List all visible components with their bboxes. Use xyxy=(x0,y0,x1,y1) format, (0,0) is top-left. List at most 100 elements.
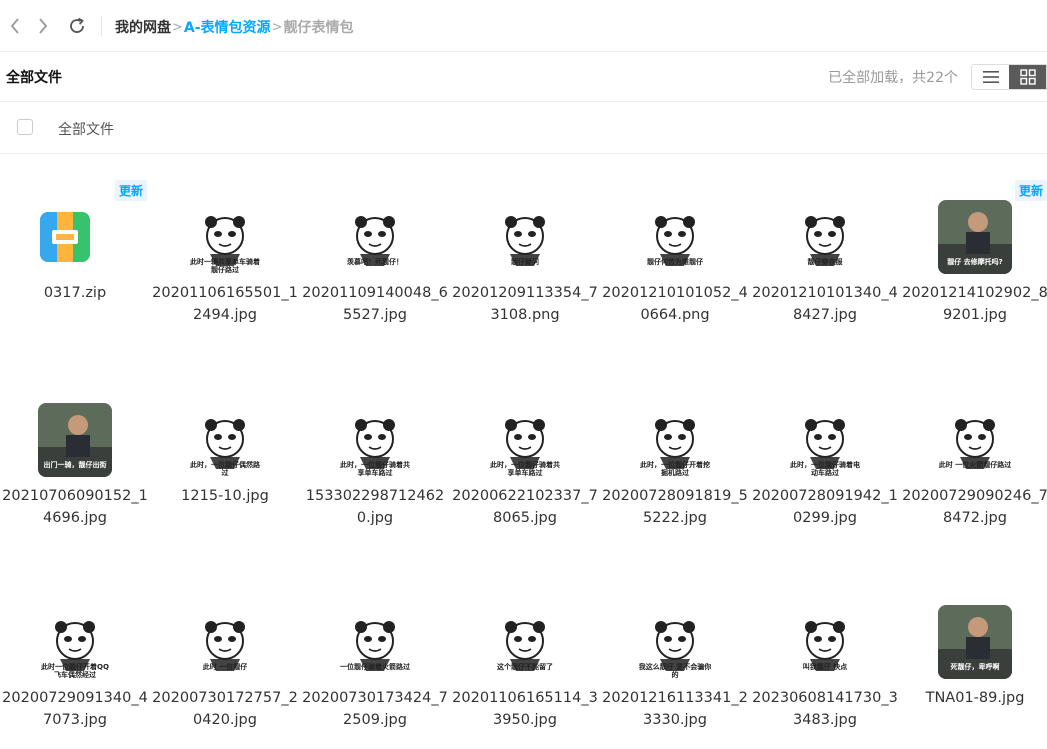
file-name: 20200730172757_20420.jpg xyxy=(152,690,298,728)
file-name: 20201210101340_48427.jpg xyxy=(752,285,898,323)
thumbnail-caption: 羡慕吧！死靓仔！ xyxy=(347,258,403,266)
refresh-icon[interactable] xyxy=(66,14,88,38)
list-view-button[interactable] xyxy=(972,65,1009,89)
view-switch xyxy=(971,64,1047,90)
file-name: 20200729090246_78472.jpg xyxy=(902,488,1047,526)
chevron-right-icon[interactable] xyxy=(32,14,54,38)
file-item[interactable]: 此时，一位靓仔骑着电动车路过 20200728091942_10299.jpg xyxy=(750,357,900,547)
image-thumbnail: 此时，一位靓仔开着挖掘机路过 xyxy=(638,403,712,477)
file-name: 1215-10.jpg xyxy=(181,488,269,504)
image-thumbnail: 出门一骑，靓仔出街 xyxy=(38,403,112,477)
file-name: 20201216113341_23330.jpg xyxy=(602,690,748,728)
file-item[interactable]: 此时，一位靓仔偶然路过 1215-10.jpg xyxy=(150,357,300,547)
thumbnail-caption: 此时，一位靓仔骑着共享单车路过 xyxy=(340,461,410,477)
thumbnail-caption: 死靓仔，卑呼啊 xyxy=(950,663,1000,671)
image-thumbnail: 此时 一位靓仔 xyxy=(188,605,262,679)
select-all-label: 全部文件 xyxy=(58,122,114,138)
file-item[interactable]: 更新靓仔 去修摩托吗? 20201214102902_89201.jpg xyxy=(900,154,1047,344)
file-item[interactable]: 羡慕吧！死靓仔！ 20201109140048_65527.jpg xyxy=(300,154,450,344)
update-badge: 更新 xyxy=(114,180,147,201)
image-thumbnail: 一位靓仔骑着火箭路过 xyxy=(338,605,412,679)
breadcrumb-separator: > xyxy=(172,19,183,35)
image-thumbnail: 靓仔穿衣服 xyxy=(788,200,862,274)
file-item[interactable]: 此时，一位靓仔骑着共享单车路过 20200622102337_78065.jpg xyxy=(450,357,600,547)
update-badge: 更新 xyxy=(1014,180,1047,201)
file-name: 20200728091819_55222.jpg xyxy=(602,488,748,526)
file-name: 20201210101052_40664.png xyxy=(602,285,748,323)
image-thumbnail: 死靓仔，卑呼啊 xyxy=(938,605,1012,679)
thumbnail-caption: 靓仔 去修摩托吗? xyxy=(947,258,1003,266)
file-item[interactable]: 此时 一位火箭靓仔路过 20200729090246_78472.jpg xyxy=(900,357,1047,547)
file-name: 20201214102902_89201.jpg xyxy=(902,285,1047,323)
breadcrumb-parent[interactable]: A-表情包资源 xyxy=(184,17,271,37)
divider xyxy=(101,16,102,36)
thumbnail-caption: 此时，一位靓仔偶然路过 xyxy=(190,461,260,477)
file-grid: 更新 0317.zip 此时一辆共享单车骑着靓仔路过 20201106165501_1… xyxy=(0,154,1047,749)
file-item[interactable]: 一位靓仔骑着火箭路过 20200730173424_72509.jpg xyxy=(300,559,450,749)
file-item[interactable]: 此时 一位靓仔 20200730172757_20420.jpg xyxy=(150,559,300,749)
file-name: 20201106165114_33950.jpg xyxy=(452,690,598,728)
thumbnail-caption: 此时 一位火箭靓仔路过 xyxy=(938,461,1012,469)
image-thumbnail: 此时，一位靓仔骑着电动车路过 xyxy=(788,403,862,477)
image-thumbnail: 靓仔 去修摩托吗? xyxy=(938,200,1012,274)
image-thumbnail: 靓仔何苦为难靓仔 xyxy=(638,200,712,274)
top-navigation-bar: 我的网盘 > A-表情包资源 > 靓仔表情包 xyxy=(0,0,1047,52)
thumbnail-caption: 此时一辆共享单车骑着靓仔路过 xyxy=(190,258,260,274)
thumbnail-caption: 出门一骑，靓仔出街 xyxy=(43,461,107,469)
image-thumbnail: 靓仔疑问 xyxy=(488,200,562,274)
file-item[interactable]: 这个靓仔不能留了 20201106165114_33950.jpg xyxy=(450,559,600,749)
chevron-left-icon[interactable] xyxy=(4,14,26,38)
file-name: 20200728091942_10299.jpg xyxy=(752,488,898,526)
image-thumbnail: 此时，一位靓仔骑着共享单车路过 xyxy=(488,403,562,477)
image-thumbnail: 叫我靓仔 快点 xyxy=(788,605,862,679)
file-item[interactable]: 靓仔穿衣服 20201210101340_48427.jpg xyxy=(750,154,900,344)
file-name: 20201209113354_73108.png xyxy=(452,285,598,323)
file-name: 0317.zip xyxy=(43,285,107,301)
select-all-row: 全部文件 xyxy=(0,102,1047,154)
file-item[interactable]: 叫我靓仔 快点 20230608141730_33483.jpg xyxy=(750,559,900,749)
file-name: 20200730173424_72509.jpg xyxy=(302,690,448,728)
select-all-checkbox[interactable] xyxy=(17,119,33,135)
image-thumbnail: 此时，一位靓仔偶然路过 xyxy=(188,403,262,477)
thumbnail-caption: 此时一位靓仔开着QQ飞车偶然经过 xyxy=(41,663,109,679)
image-thumbnail: 此时 一位火箭靓仔路过 xyxy=(938,403,1012,477)
load-status: 已全部加载，共22个 xyxy=(828,70,958,86)
image-thumbnail: 这个靓仔不能留了 xyxy=(488,605,562,679)
file-item[interactable]: 更新 0317.zip xyxy=(0,154,150,344)
file-item[interactable]: 死靓仔，卑呼啊 TNA01-89.jpg xyxy=(900,559,1047,749)
thumbnail-caption: 这个靓仔不能留了 xyxy=(497,663,553,671)
thumbnail-caption: 靓仔疑问 xyxy=(511,258,539,266)
file-name: 20201106165501_12494.jpg xyxy=(152,285,298,323)
file-item[interactable]: 出门一骑，靓仔出街 20210706090152_14696.jpg xyxy=(0,357,150,547)
file-item[interactable]: 我这么靓仔 是不会骗你的 20201216113341_23330.jpg xyxy=(600,559,750,749)
image-thumbnail: 我这么靓仔 是不会骗你的 xyxy=(638,605,712,679)
file-item[interactable]: 此时，一位靓仔骑着共享单车路过 1533022987124620.jpg xyxy=(300,357,450,547)
breadcrumb-current: 靓仔表情包 xyxy=(283,20,354,36)
breadcrumb-root[interactable]: 我的网盘 xyxy=(115,17,171,37)
file-name: 20200622102337_78065.jpg xyxy=(452,488,598,526)
thumbnail-caption: 靓仔何苦为难靓仔 xyxy=(647,258,703,266)
file-toolbar: 全部文件 已全部加载，共22个 xyxy=(0,52,1047,102)
file-name: 20230608141730_33483.jpg xyxy=(752,690,898,728)
file-item[interactable]: 此时，一位靓仔开着挖掘机路过 20200728091819_55222.jpg xyxy=(600,357,750,547)
grid-view-button[interactable] xyxy=(1009,65,1046,89)
breadcrumb: 我的网盘 > A-表情包资源 > 靓仔表情包 xyxy=(115,17,353,37)
file-item[interactable]: 此时一辆共享单车骑着靓仔路过 20201106165501_12494.jpg xyxy=(150,154,300,344)
image-thumbnail: 羡慕吧！死靓仔！ xyxy=(338,200,412,274)
file-item[interactable]: 靓仔何苦为难靓仔 20201210101052_40664.png xyxy=(600,154,750,344)
file-item[interactable]: 此时一位靓仔开着QQ飞车偶然经过 20200729091340_47073.jpg xyxy=(0,559,150,749)
file-name: TNA01-89.jpg xyxy=(925,690,1025,706)
file-name: 20201109140048_65527.jpg xyxy=(302,285,448,323)
thumbnail-caption: 此时，一位靓仔骑着电动车路过 xyxy=(790,461,860,477)
thumbnail-caption: 此时，一位靓仔骑着共享单车路过 xyxy=(490,461,560,477)
thumbnail-caption: 一位靓仔骑着火箭路过 xyxy=(340,663,410,671)
image-thumbnail: 此时一辆共享单车骑着靓仔路过 xyxy=(188,200,262,274)
page-title: 全部文件 xyxy=(6,70,62,86)
thumbnail-caption: 此时 一位靓仔 xyxy=(202,663,248,671)
file-name: 20200729091340_47073.jpg xyxy=(2,690,148,728)
thumbnail-caption: 我这么靓仔 是不会骗你的 xyxy=(638,663,712,679)
file-item[interactable]: 靓仔疑问 20201209113354_73108.png xyxy=(450,154,600,344)
file-name: 20210706090152_14696.jpg xyxy=(2,488,148,526)
thumbnail-caption: 叫我靓仔 快点 xyxy=(802,663,848,671)
thumbnail-caption: 靓仔穿衣服 xyxy=(807,258,843,266)
